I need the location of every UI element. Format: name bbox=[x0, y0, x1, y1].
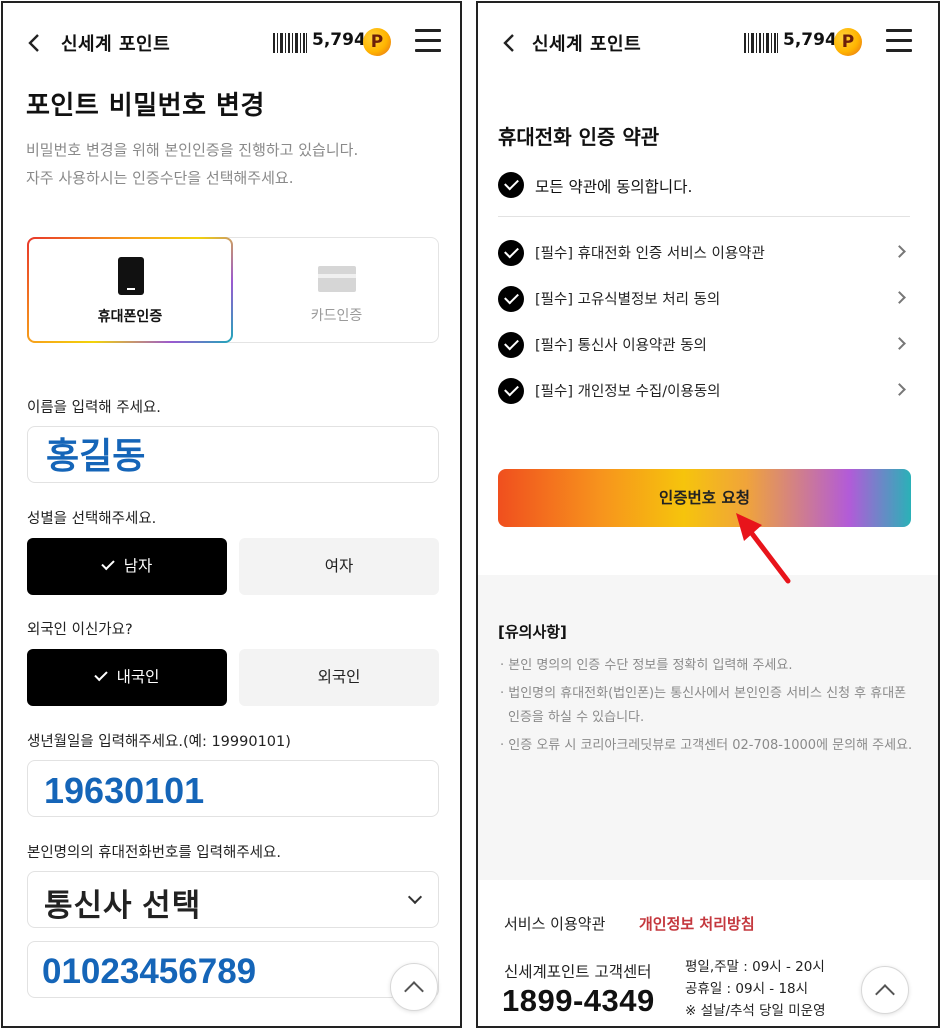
foreign-button[interactable]: 외국인 bbox=[239, 649, 439, 706]
point-balance[interactable]: 5,794 bbox=[312, 30, 366, 50]
term-check-icon[interactable] bbox=[498, 332, 524, 358]
scroll-to-top-button[interactable] bbox=[861, 966, 909, 1014]
desc-line-2: 자주 사용하시는 인증수단을 선택해주세요. bbox=[26, 169, 294, 187]
header-title: 신세계 포인트 bbox=[532, 34, 642, 55]
phone-number-input[interactable]: 01023456789 bbox=[27, 941, 439, 998]
gender-toggle: 남자 여자 bbox=[27, 538, 439, 595]
gender-male-label: 남자 bbox=[123, 557, 153, 575]
chevron-right-icon[interactable] bbox=[893, 291, 906, 304]
notice-title: [유의사항] bbox=[498, 623, 567, 641]
term-label: [필수] 개인정보 수집/이용동의 bbox=[535, 384, 721, 400]
left-screen: 신세계 포인트 5,794 P 포인트 비밀번호 변경 비밀번호 변경을 위해 … bbox=[1, 1, 462, 1028]
domestic-button[interactable]: 내국인 bbox=[27, 649, 227, 706]
point-logo-icon: P bbox=[834, 28, 862, 56]
term-label: [필수] 고유식별정보 처리 동의 bbox=[535, 292, 721, 308]
birthdate-input[interactable]: 19630101 bbox=[27, 760, 439, 817]
terms-section-title: 휴대전화 인증 약관 bbox=[498, 125, 660, 149]
page-description: 비밀번호 변경을 위해 본인인증을 진행하고 있습니다. 자주 사용하시는 인증… bbox=[26, 136, 358, 192]
name-input[interactable]: 홍길동 bbox=[27, 426, 439, 483]
term-item[interactable]: [필수] 통신사 이용약관 동의 bbox=[498, 330, 910, 360]
point-logo-icon: P bbox=[363, 28, 391, 56]
auth-option-phone[interactable]: 휴대폰인증 bbox=[27, 237, 233, 343]
foreign-label: 외국인 bbox=[317, 668, 361, 686]
gender-label: 성별을 선택해주세요. bbox=[27, 511, 157, 527]
credit-card-icon bbox=[318, 266, 356, 292]
app-header: 신세계 포인트 5,794 P bbox=[478, 3, 938, 83]
scroll-to-top-button[interactable] bbox=[390, 963, 438, 1011]
desc-line-1: 비밀번호 변경을 위해 본인인증을 진행하고 있습니다. bbox=[26, 141, 359, 159]
term-label: [필수] 통신사 이용약관 동의 bbox=[535, 338, 707, 354]
notice-item: · 법인명의 휴대전화(법인폰)는 통신사에서 본인인증 서비스 신청 후 휴대… bbox=[500, 686, 907, 725]
foreigner-label: 외국인 이신가요? bbox=[27, 622, 133, 638]
back-arrow-icon[interactable] bbox=[25, 31, 45, 55]
request-code-button[interactable]: 인증번호 요청 bbox=[498, 469, 911, 527]
notice-item: · 인증 오류 시 코리아크레딧뷰로 고객센터 02-708-1000에 문의해… bbox=[500, 738, 913, 753]
mobile-phone-icon bbox=[118, 257, 144, 295]
check-icon bbox=[101, 556, 115, 571]
point-balance[interactable]: 5,794 bbox=[783, 30, 837, 50]
term-label: [필수] 휴대전화 인증 서비스 이용약관 bbox=[535, 246, 765, 262]
divider bbox=[498, 216, 910, 217]
gender-female-label: 여자 bbox=[324, 557, 354, 575]
customer-center-label: 신세계포인트 고객센터 bbox=[504, 963, 652, 981]
right-screen: 신세계 포인트 5,794 P 휴대전화 인증 약관 모든 약관에 동의합니다.… bbox=[476, 1, 940, 1028]
hours-holiday: 공휴일 : 09시 - 18시 bbox=[685, 981, 809, 997]
auth-option-label: 휴대폰인증 bbox=[97, 309, 163, 325]
customer-center-hours: 평일,주말 : 09시 - 20시 공휴일 : 09시 - 18시 ※ 설날/추… bbox=[685, 956, 826, 1022]
term-item[interactable]: [필수] 휴대전화 인증 서비스 이용약관 bbox=[498, 238, 910, 268]
menu-icon[interactable] bbox=[886, 29, 912, 53]
hours-weekday: 평일,주말 : 09시 - 20시 bbox=[685, 959, 825, 975]
carrier-select[interactable]: 통신사 선택 bbox=[27, 871, 439, 928]
auth-method-selector: 휴대폰인증 카드인증 bbox=[27, 237, 439, 343]
agree-all-label[interactable]: 모든 약관에 동의합니다. bbox=[535, 175, 692, 197]
birthdate-label: 생년월일을 입력해주세요.(예: 19990101) bbox=[27, 734, 291, 750]
phone-label: 본인명의의 휴대전화번호를 입력해주세요. bbox=[27, 845, 281, 861]
notice-item: · 본인 명의의 인증 수단 정보를 정확히 입력해 주세요. bbox=[500, 658, 793, 673]
check-icon bbox=[93, 667, 108, 682]
term-item[interactable]: [필수] 개인정보 수집/이용동의 bbox=[498, 376, 910, 406]
term-check-icon[interactable] bbox=[498, 286, 524, 312]
barcode-icon[interactable] bbox=[273, 33, 307, 53]
barcode-icon[interactable] bbox=[744, 33, 778, 53]
privacy-policy-link[interactable]: 개인정보 처리방침 bbox=[639, 913, 755, 934]
hours-note: ※ 설날/추석 당일 미운영 bbox=[685, 1003, 826, 1019]
footer: 서비스 이용약관 개인정보 처리방침 신세계포인트 고객센터 1899-4349… bbox=[478, 880, 938, 1026]
app-header: 신세계 포인트 5,794 P bbox=[3, 3, 460, 83]
term-item[interactable]: [필수] 고유식별정보 처리 동의 bbox=[498, 284, 910, 314]
nationality-toggle: 내국인 외국인 bbox=[27, 649, 439, 706]
term-check-icon[interactable] bbox=[498, 240, 524, 266]
chevron-right-icon[interactable] bbox=[893, 383, 906, 396]
gender-female-button[interactable]: 여자 bbox=[239, 538, 439, 595]
term-check-icon[interactable] bbox=[498, 378, 524, 404]
customer-center-phone[interactable]: 1899-4349 bbox=[502, 983, 655, 1019]
page-title: 포인트 비밀번호 변경 bbox=[26, 91, 265, 121]
chevron-right-icon[interactable] bbox=[893, 245, 906, 258]
notice-section: [유의사항] · 본인 명의의 인증 수단 정보를 정확히 입력해 주세요. ·… bbox=[478, 575, 938, 880]
carrier-select-value: 통신사 선택 bbox=[44, 888, 202, 923]
chevron-down-icon bbox=[407, 889, 423, 905]
annotation-arrow-icon bbox=[736, 513, 791, 584]
header-title: 신세계 포인트 bbox=[61, 34, 171, 55]
gender-male-button[interactable]: 남자 bbox=[27, 538, 227, 595]
service-terms-link[interactable]: 서비스 이용약관 bbox=[504, 913, 605, 934]
chevron-right-icon[interactable] bbox=[893, 337, 906, 350]
back-arrow-icon[interactable] bbox=[500, 31, 520, 55]
domestic-label: 내국인 bbox=[116, 668, 160, 686]
name-label: 이름을 입력해 주세요. bbox=[27, 400, 161, 416]
auth-option-label: 카드인증 bbox=[310, 308, 363, 324]
auth-option-card[interactable]: 카드인증 bbox=[234, 238, 439, 342]
menu-icon[interactable] bbox=[415, 29, 441, 53]
agree-all-check-icon[interactable] bbox=[498, 172, 524, 198]
